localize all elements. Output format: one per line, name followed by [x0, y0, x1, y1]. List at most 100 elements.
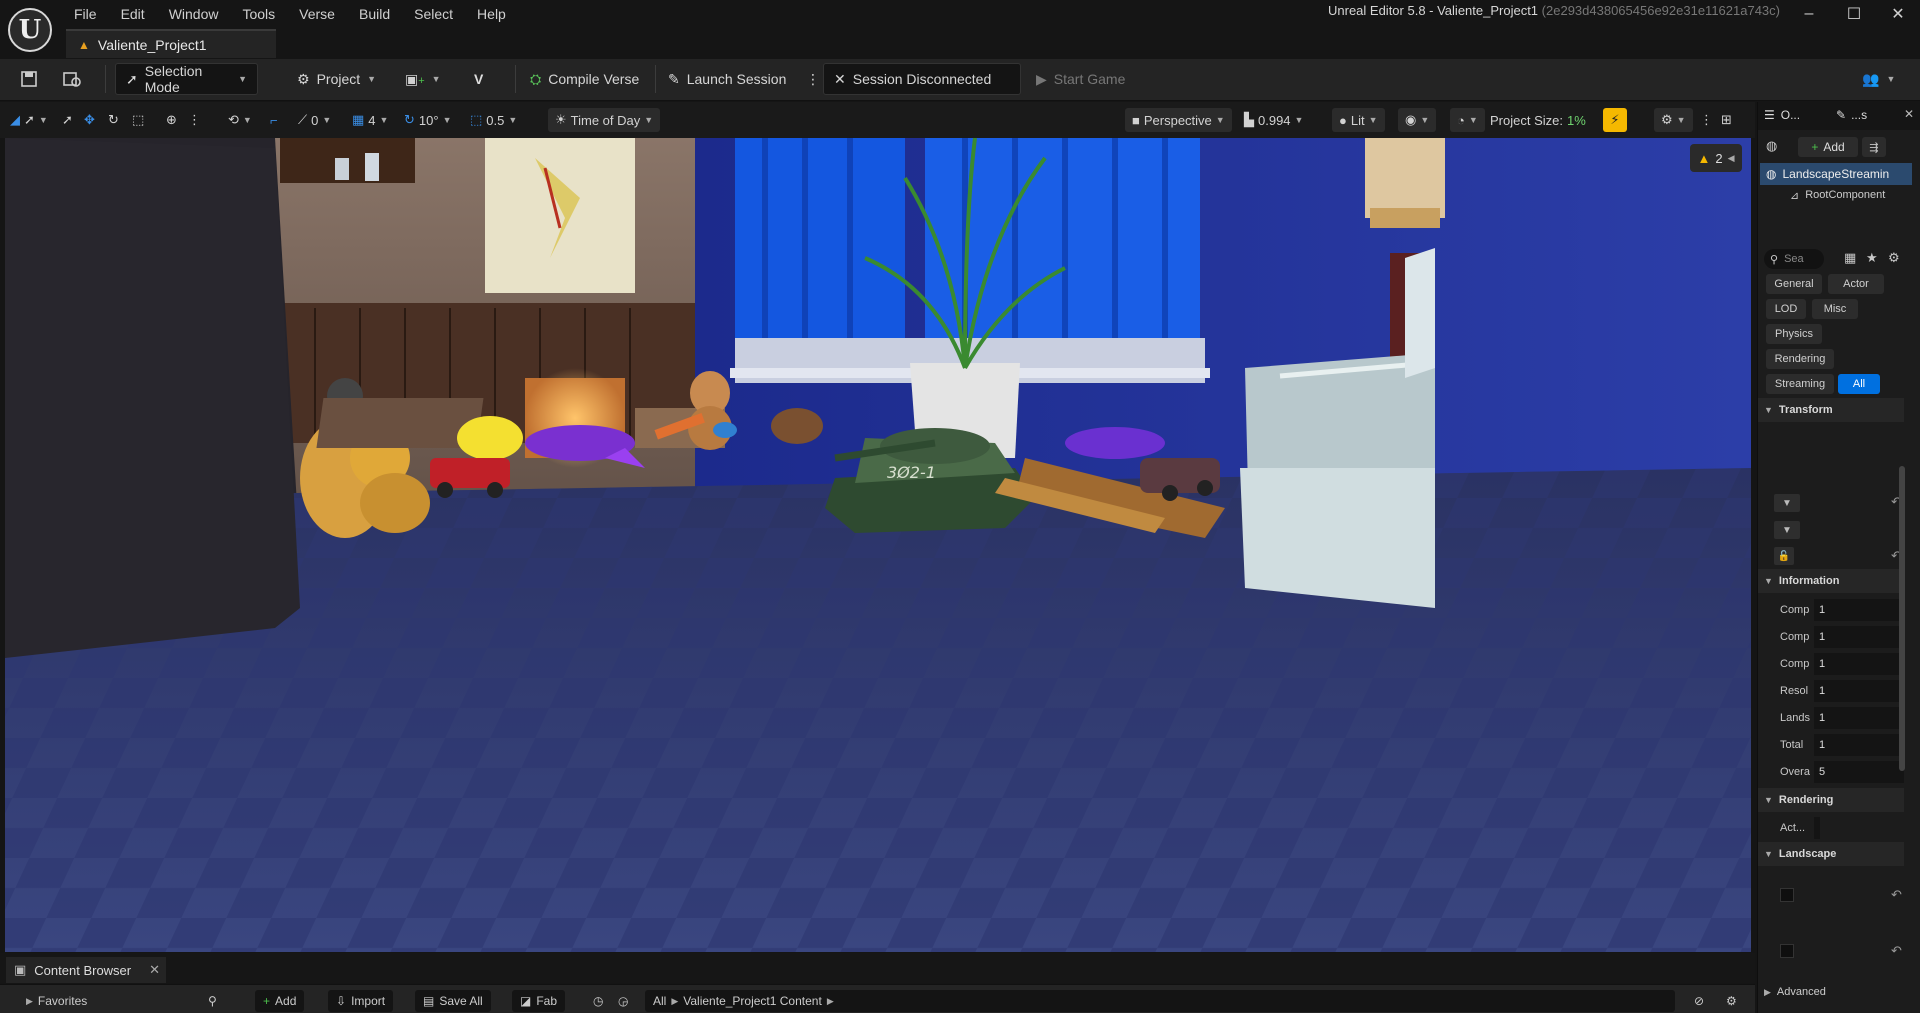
minimize-button[interactable]: – — [1791, 2, 1827, 26]
rendering-row-value[interactable] — [1814, 817, 1820, 839]
menu-build[interactable]: Build — [347, 4, 402, 26]
scale-tool-icon[interactable]: ⬚ — [132, 108, 144, 132]
source-control-icon[interactable]: ⊘ — [1686, 990, 1712, 1012]
reset-landscape-icon[interactable]: ↶ — [1891, 887, 1902, 903]
table-view-icon[interactable]: ▦ — [1844, 250, 1856, 266]
grid-snap-value: 4 — [368, 112, 376, 128]
perspective-dropdown[interactable]: ■ Perspective ▼ — [1125, 108, 1232, 132]
favorites-toggle[interactable]: ▶ Favorites — [18, 990, 95, 1012]
gear-icon[interactable]: ⚙ — [1888, 250, 1900, 266]
camera-speed-dropdown[interactable]: ▙ 0.994 ▼ — [1244, 108, 1303, 132]
details-search-input[interactable]: ⚲ Sea — [1764, 249, 1824, 269]
star-icon[interactable]: ★ — [1866, 250, 1878, 266]
more-options-icon[interactable]: ⋮ — [806, 63, 820, 95]
world-space-icon[interactable]: ⊕ — [166, 108, 177, 132]
settings-icon[interactable]: ⚙ — [1718, 990, 1745, 1012]
component-item-root[interactable]: ⊿ RootComponent — [1790, 185, 1915, 205]
filter-misc[interactable]: Misc — [1812, 299, 1858, 319]
viewport-options-dropdown[interactable]: ◢ ➚ ▼ — [10, 108, 48, 132]
blueprint-icon[interactable]: ⇶ — [1862, 137, 1886, 157]
add-actor-dropdown[interactable]: ▣+ ▼ — [405, 63, 441, 95]
filter-rendering[interactable]: Rendering — [1766, 349, 1834, 369]
save-all-button[interactable]: ▤ Save All — [415, 990, 491, 1012]
time-of-day-dropdown[interactable]: ☀ Time of Day ▼ — [548, 108, 661, 132]
warning-badge[interactable]: ▲ 2 ◀ — [1690, 144, 1742, 172]
collaboration-icon[interactable]: 👥 ▼ — [1862, 63, 1895, 95]
maximize-button[interactable]: ☐ — [1836, 2, 1872, 26]
snap-toggle-icon[interactable]: ⌐ — [270, 108, 278, 132]
landscape-section-header[interactable]: ▼ Landscape — [1758, 842, 1904, 866]
start-game-button[interactable]: ▶ Start Game — [1036, 63, 1125, 95]
surface-snap-dropdown[interactable]: ⟲ ▼ — [228, 108, 252, 132]
grid-snap-dropdown[interactable]: ▦ 4 ▼ — [352, 108, 388, 132]
filter-all[interactable]: All — [1838, 374, 1880, 394]
view-mode-dropdown[interactable]: ● Lit ▼ — [1332, 108, 1385, 132]
transform-options-icon[interactable]: ⋮ — [188, 108, 201, 132]
location-dropdown[interactable]: ▼ — [1774, 494, 1800, 512]
browse-icon[interactable] — [62, 63, 82, 95]
transform-section-header[interactable]: ▼ Transform — [1758, 398, 1904, 422]
warning-icon: ▲ — [1697, 150, 1711, 166]
filter-physics[interactable]: Physics — [1766, 324, 1822, 344]
history-back-icon[interactable]: ◷ — [585, 990, 611, 1012]
landscape-checkbox[interactable] — [1780, 944, 1794, 958]
path-all[interactable]: All — [653, 994, 666, 1008]
menu-select[interactable]: Select — [402, 4, 465, 26]
scale-snap-dropdown[interactable]: ⬚ 0.5 ▼ — [470, 108, 517, 132]
details-tab[interactable]: ✎ ...s — [1836, 108, 1867, 122]
rendering-section-header[interactable]: ▼ Rendering — [1758, 788, 1904, 812]
rotation-dropdown[interactable]: ▼ — [1774, 521, 1800, 539]
lock-scale-icon[interactable]: 🔓 — [1774, 547, 1794, 565]
selection-mode-dropdown[interactable]: ➚ Selection Mode ▼ — [115, 63, 258, 95]
session-status-label: Session Disconnected — [852, 71, 992, 87]
add-content-button[interactable]: + Add — [255, 990, 305, 1012]
history-forward-icon[interactable]: ◶ — [610, 990, 636, 1012]
close-button[interactable]: ✕ — [1880, 2, 1916, 26]
show-flags-dropdown[interactable]: ◉ ▼ — [1398, 108, 1437, 132]
add-component-button[interactable]: + Add — [1798, 137, 1858, 157]
level-viewport[interactable]: 3Ø2-1 ▲ 2 ◀ — [5, 138, 1751, 952]
path-folder[interactable]: Valiente_Project1 Content — [683, 994, 822, 1008]
filter-streaming[interactable]: Streaming — [1766, 374, 1834, 394]
import-button[interactable]: ⇩ Import — [328, 990, 394, 1012]
information-section-header[interactable]: ▼ Information — [1758, 569, 1904, 593]
save-icon[interactable] — [20, 63, 38, 95]
reset-landscape-icon[interactable]: ↶ — [1891, 943, 1902, 959]
layout-icon[interactable]: ⊞ — [1721, 108, 1732, 132]
project-tab[interactable]: ▲ Valiente_Project1 — [66, 29, 276, 58]
rotate-tool-icon[interactable]: ↻ — [108, 108, 119, 132]
filter-actor[interactable]: Actor — [1828, 274, 1884, 294]
menu-tools[interactable]: Tools — [230, 4, 287, 26]
viewport-more-icon[interactable]: ⋮ — [1700, 108, 1713, 132]
details-scrollbar[interactable] — [1899, 466, 1905, 771]
select-tool-icon[interactable]: ➚ — [62, 108, 73, 132]
translate-tool-icon[interactable]: ✥ — [84, 108, 95, 132]
filter-general[interactable]: General — [1766, 274, 1822, 294]
outliner-tab[interactable]: ☰ O... — [1764, 108, 1800, 122]
project-dropdown[interactable]: ⚙ Project ▼ — [297, 63, 376, 95]
menu-window[interactable]: Window — [157, 4, 231, 26]
path-breadcrumb[interactable]: All ▶ Valiente_Project1 Content ▶ — [645, 990, 1675, 1012]
search-icon[interactable]: ⚲ — [200, 990, 225, 1012]
fab-button[interactable]: ◪ Fab — [512, 990, 566, 1012]
menu-verse[interactable]: Verse — [287, 4, 347, 26]
rotate-snap-dropdown[interactable]: ⟋ 0 ▼ — [298, 108, 331, 132]
launch-session-button[interactable]: ✎ Launch Session — [668, 63, 786, 95]
close-tab-icon[interactable]: ✕ — [149, 962, 160, 978]
viewport-settings-dropdown[interactable]: ⚙ ▼ — [1654, 108, 1693, 132]
realtime-toggle-icon[interactable]: ⚡ — [1603, 108, 1627, 132]
unreal-logo-icon[interactable]: U — [8, 8, 52, 52]
landscape-checkbox[interactable] — [1780, 888, 1794, 902]
content-browser-tab[interactable]: ▣ Content Browser ✕ — [6, 957, 166, 983]
close-panel-icon[interactable]: ✕ — [1904, 107, 1914, 121]
menu-file[interactable]: File — [62, 4, 109, 26]
component-item-selected[interactable]: ◍ LandscapeStreamin — [1760, 163, 1912, 185]
menu-help[interactable]: Help — [465, 4, 518, 26]
advanced-toggle[interactable]: ▶ Advanced — [1764, 986, 1826, 998]
verse-icon[interactable]: V — [474, 63, 483, 95]
filter-lod[interactable]: LOD — [1766, 299, 1806, 319]
menu-edit[interactable]: Edit — [109, 4, 157, 26]
performance-dropdown[interactable]: ◔ ▼ — [1450, 108, 1485, 132]
compile-verse-button[interactable]: ⛭ Compile Verse — [530, 63, 639, 95]
angle-snap-dropdown[interactable]: ↻ 10° ▼ — [404, 108, 452, 132]
